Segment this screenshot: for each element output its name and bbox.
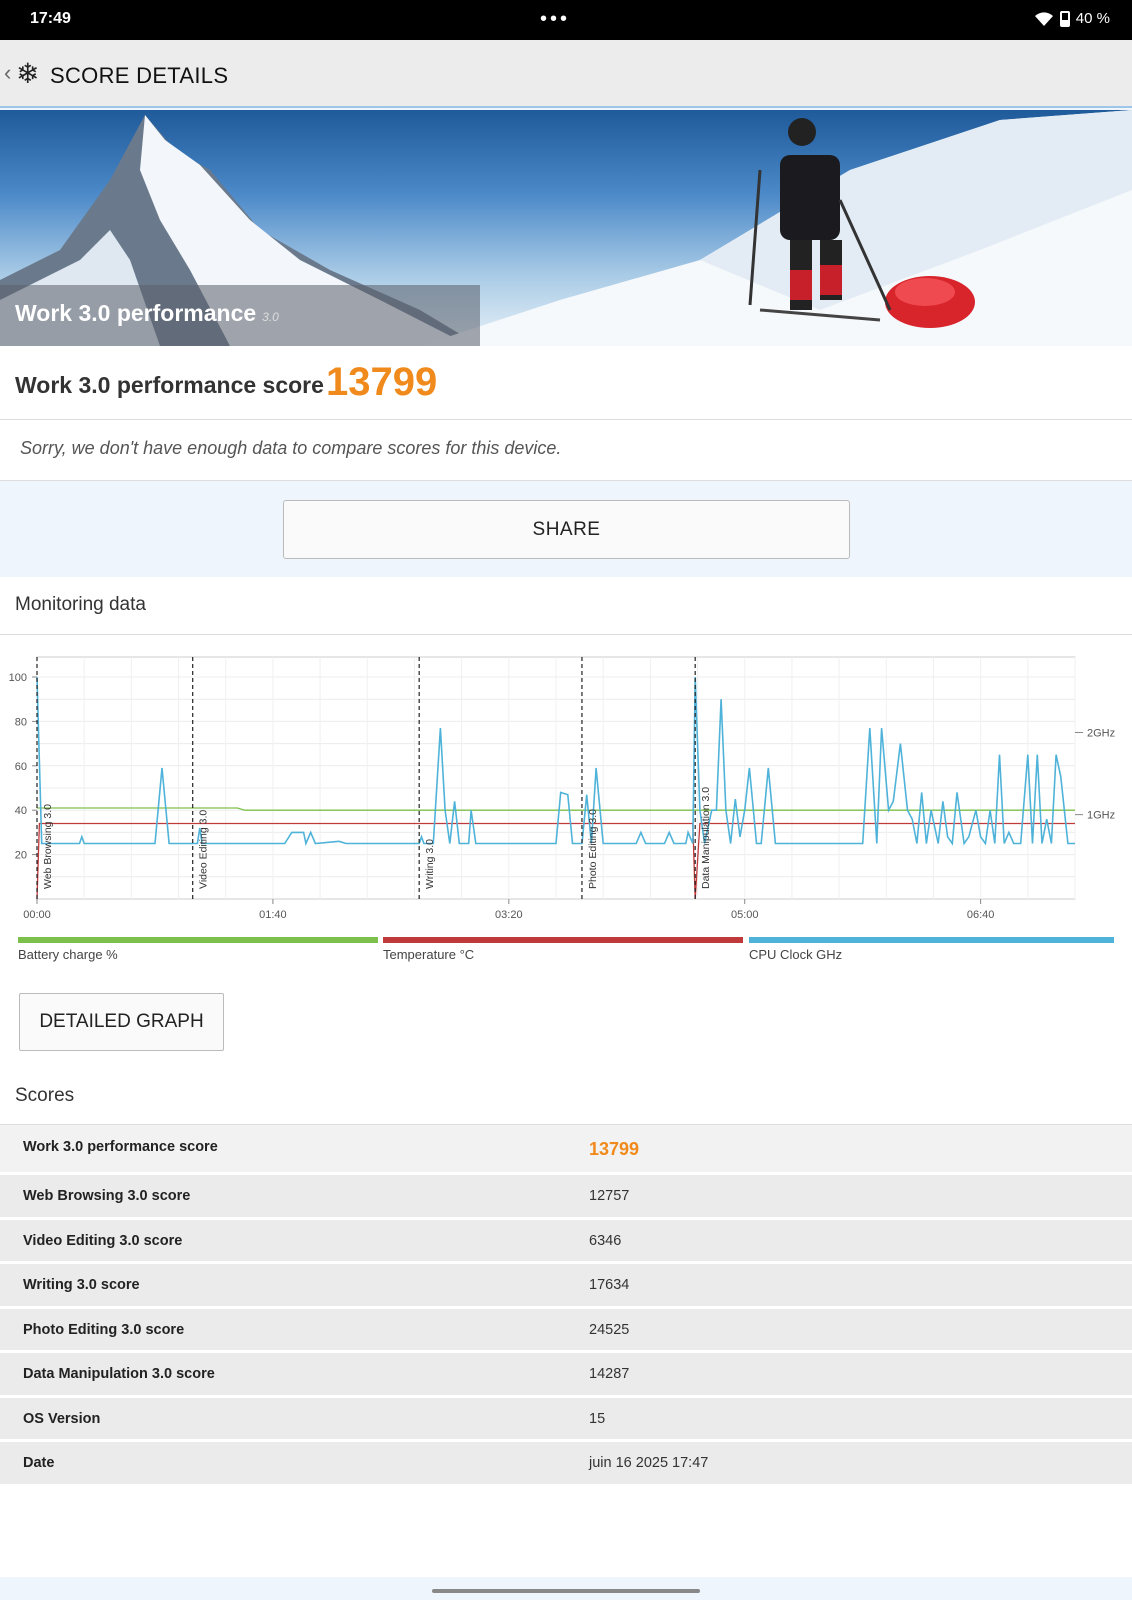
legend-temperature-swatch: [383, 937, 743, 943]
score-row-label: Web Browsing 3.0 score: [23, 1188, 191, 1204]
status-right: 40 %: [1034, 10, 1110, 27]
monitoring-chart-svg: 20 40 60 80 100 2GHz 1GHz 00:00 01:40 03:20 05:00 0…: [9, 656, 1115, 921]
legend-battery-swatch: [18, 937, 378, 943]
score-row-label: Data Manipulation 3.0 score: [23, 1366, 215, 1382]
test-marker-label: Web Browsing 3.0: [42, 804, 54, 889]
snowflake-logo-icon: ❄: [16, 58, 40, 89]
divider: [0, 634, 1132, 635]
legend-cpu: CPU Clock GHz: [749, 937, 1114, 967]
table-row: Photo Editing 3.0 score 24525: [0, 1308, 1132, 1353]
legend-cpu-label: CPU Clock GHz: [749, 947, 843, 962]
test-marker-label: Photo Editing 3.0: [587, 809, 599, 889]
score-row-value: 12757: [589, 1188, 630, 1204]
monitoring-title: Monitoring data: [15, 594, 146, 615]
share-button[interactable]: SHARE: [283, 500, 850, 559]
score-label: Work 3.0 performance score: [15, 372, 324, 398]
score-row-value: 6346: [589, 1232, 622, 1249]
monitoring-chart[interactable]: 20 40 60 80 100 2GHz 1GHz 00:00 01:40 03:20 05:00 0…: [0, 637, 1132, 957]
score-row-label: Work 3.0 performance score: [23, 1139, 218, 1155]
y-tick-label: 20: [15, 850, 27, 862]
test-marker-label: Video Editing 3.0: [198, 810, 210, 889]
score-row-label: Writing 3.0 score: [23, 1277, 140, 1293]
divider: [0, 419, 1132, 420]
scores-title: Scores: [15, 1085, 75, 1106]
score-row-value: 24525: [589, 1321, 630, 1338]
x-tick-label: 06:40: [967, 909, 995, 921]
score-row-value: juin 16 2025 17:47: [589, 1455, 709, 1471]
score-row-value: 14287: [589, 1366, 630, 1382]
banner-title-text: Work 3.0 performance: [15, 300, 257, 326]
app-bar: ‹ ❄ SCORE DETAILS: [0, 40, 1132, 108]
y-tick-label: 40: [15, 805, 27, 817]
legend-battery-label: Battery charge %: [18, 947, 118, 962]
monitoring-card: Monitoring data 20 40 60 80 100 2GHz 1GHz 00:00…: [0, 577, 1132, 1577]
battery-icon: [1059, 10, 1070, 27]
y-tick-label: 80: [15, 716, 27, 728]
banner-version: 3.0: [262, 310, 279, 324]
score-row-value: 15: [589, 1410, 606, 1427]
table-row: Work 3.0 performance score 13799: [0, 1125, 1132, 1175]
back-icon[interactable]: ‹: [4, 60, 11, 86]
x-tick-label: 03:20: [495, 909, 523, 921]
score-card: Work 3.0 performance score 13799 Sorry, …: [0, 346, 1132, 481]
detailed-graph-button[interactable]: DETAILED GRAPH: [19, 993, 224, 1051]
status-bar: 17:49 ••• 40 %: [0, 0, 1132, 40]
table-row: OS Version 15: [0, 1397, 1132, 1442]
battery-level: 40 %: [1075, 10, 1110, 27]
banner-image: Work 3.0 performance 3.0: [0, 110, 1132, 346]
table-row: Date juin 16 2025 17:47: [0, 1442, 1132, 1487]
legend-temperature: Temperature °C: [383, 937, 743, 967]
more-dots-icon[interactable]: •••: [540, 8, 570, 31]
score-value: 13799: [326, 360, 438, 404]
x-tick-label: 01:40: [259, 909, 287, 921]
y-tick-label: 100: [9, 672, 27, 684]
status-time: 17:49: [30, 10, 71, 27]
x-tick-label: 05:00: [731, 909, 759, 921]
legend-battery: Battery charge %: [18, 937, 378, 967]
test-marker-label: Writing 3.0: [424, 839, 436, 889]
score-row-label: Video Editing 3.0 score: [23, 1232, 183, 1249]
table-row: Video Editing 3.0 score 6346: [0, 1219, 1132, 1264]
legend-temperature-label: Temperature °C: [383, 947, 475, 962]
page-title: SCORE DETAILS: [50, 63, 229, 88]
home-indicator[interactable]: [432, 1589, 700, 1593]
score-row-value: 13799: [589, 1139, 640, 1159]
legend-cpu-swatch: [749, 937, 1114, 943]
x-tick-label: 00:00: [23, 909, 51, 921]
banner-title: Work 3.0 performance 3.0: [15, 300, 279, 327]
score-row-value: 17634: [589, 1277, 630, 1293]
score-row-label: Date: [23, 1455, 55, 1471]
compare-note: Sorry, we don't have enough data to comp…: [20, 438, 562, 458]
score-row-label: Photo Editing 3.0 score: [23, 1321, 185, 1338]
table-row: Web Browsing 3.0 score 12757: [0, 1175, 1132, 1220]
table-row: Writing 3.0 score 17634: [0, 1264, 1132, 1309]
table-row: Data Manipulation 3.0 score 14287: [0, 1353, 1132, 1398]
wifi-icon: [1034, 11, 1053, 26]
y-tick-label: 60: [15, 761, 27, 773]
score-row-label: OS Version: [23, 1410, 101, 1427]
test-marker-label: Data Manipulation 3.0: [700, 787, 712, 889]
scores-table: Work 3.0 performance score 13799 Web Brows…: [0, 1124, 1132, 1487]
y-right-tick-label: 1GHz: [1087, 810, 1115, 822]
y-right-tick-label: 2GHz: [1087, 728, 1115, 740]
